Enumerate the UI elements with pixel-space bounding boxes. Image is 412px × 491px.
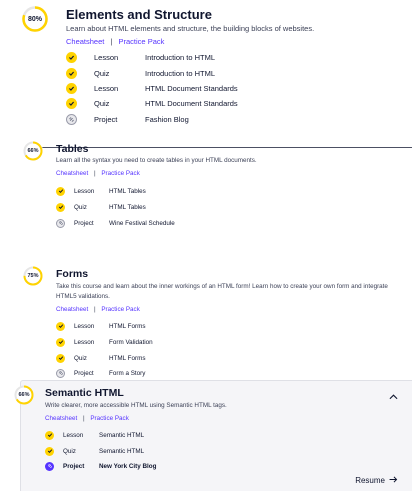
item-title: Wine Festival Schedule [109,219,175,227]
module-title: Forms [56,268,89,280]
check-icon [66,82,77,94]
item-type: Quiz [63,447,76,455]
cheatsheet-link[interactable]: Cheatsheet [66,37,104,46]
item-type: Quiz [94,98,110,108]
link-separator: | [93,306,96,313]
progress-ring: 66% [14,385,34,405]
list-item[interactable]: Project Form a Story [56,368,145,378]
project-icon [45,461,54,471]
module-description: Learn all the syntax you need to create … [56,157,257,164]
module-title: Elements and Structure [66,7,212,22]
module-description: HTML5 validations. [56,293,110,300]
check-icon [66,67,77,79]
item-type: Project [63,462,85,470]
item-type: Lesson [74,322,95,330]
module-description: Learn about HTML elements and structure,… [66,24,315,33]
cheatsheet-link[interactable]: Cheatsheet [56,170,88,177]
module-links: Cheatsheet | Practice Pack [56,170,140,177]
item-title: HTML Document Standards [145,83,238,93]
list-item[interactable]: Project Fashion Blog [66,113,189,125]
arrow-right-icon [389,476,398,485]
project-icon [66,113,77,125]
item-title: HTML Document Standards [145,98,238,108]
item-title: HTML Forms [109,322,146,330]
practice-pack-link[interactable]: Practice Pack [101,170,140,177]
list-item[interactable]: Quiz HTML Forms [56,353,146,363]
item-type: Lesson [74,187,95,195]
list-item[interactable]: Lesson HTML Forms [56,321,146,331]
module-title: Semantic HTML [45,387,124,399]
project-icon [56,368,65,378]
link-separator: | [93,170,96,177]
item-type: Quiz [74,354,87,362]
item-type: Lesson [94,52,119,62]
practice-pack-link[interactable]: Practice Pack [119,37,165,46]
item-type: Quiz [94,68,110,78]
item-type: Quiz [74,203,87,211]
progress-label: 66% [18,392,30,398]
item-type: Lesson [74,338,95,346]
check-icon [66,51,77,63]
module-description: Take this course and learn about the inn… [56,283,388,290]
list-item[interactable]: Quiz Introduction to HTML [66,67,215,79]
progress-label: 66% [27,148,39,154]
list-item[interactable]: Quiz HTML Tables [56,202,146,212]
check-icon [56,186,65,196]
practice-pack-link[interactable]: Practice Pack [90,415,129,422]
check-icon [56,337,65,347]
list-item[interactable]: Quiz Semantic HTML [45,446,144,456]
resume-button[interactable]: Resume [355,476,398,485]
list-item[interactable]: Lesson Semantic HTML [45,430,144,440]
check-icon [56,321,65,331]
item-title: Introduction to HTML [145,52,216,62]
item-title: Form a Story [109,369,146,377]
module-description: Write clearer, more accessible HTML usin… [45,402,227,409]
list-item[interactable]: Lesson Introduction to HTML [66,51,215,63]
check-icon [56,353,65,363]
item-title: Fashion Blog [145,114,189,124]
check-icon [66,97,77,109]
list-item[interactable]: Lesson HTML Tables [56,186,146,196]
check-icon [45,430,54,440]
item-type: Lesson [94,83,119,93]
list-item[interactable]: Quiz HTML Document Standards [66,97,238,109]
item-title: Semantic HTML [99,447,145,455]
list-item[interactable]: Lesson Form Validation [56,337,153,347]
check-icon [45,446,54,456]
cheatsheet-link[interactable]: Cheatsheet [45,415,77,422]
section-divider [40,147,412,148]
item-title: Semantic HTML [99,431,145,439]
item-title: Introduction to HTML [145,68,216,78]
progress-ring: 66% [23,141,43,161]
link-separator: | [110,37,113,46]
progress-label: 75% [27,273,39,279]
resume-label: Resume [355,476,385,485]
list-item[interactable]: Project Wine Festival Schedule [56,218,175,228]
progress-ring: 75% [23,266,43,286]
module-links: Cheatsheet | Practice Pack [66,37,164,46]
project-icon [56,218,65,228]
item-title: HTML Forms [109,354,146,362]
item-title: Form Validation [109,338,153,346]
item-title: New York City Blog [99,462,157,470]
item-title: HTML Tables [109,203,146,211]
item-type: Lesson [63,431,84,439]
module-title: Tables [56,143,89,155]
list-item[interactable]: Lesson HTML Document Standards [66,82,238,94]
cheatsheet-link[interactable]: Cheatsheet [56,306,88,313]
link-separator: | [82,415,85,422]
chevron-up-icon[interactable] [389,389,398,403]
practice-pack-link[interactable]: Practice Pack [101,306,140,313]
check-icon [56,202,65,212]
item-title: HTML Tables [109,187,146,195]
module-links: Cheatsheet | Practice Pack [45,415,129,422]
item-type: Project [94,114,118,124]
item-type: Project [74,219,94,227]
list-item[interactable]: Project New York City Blog [45,461,157,471]
progress-ring: 80% [22,6,48,32]
progress-label: 80% [27,15,42,23]
module-links: Cheatsheet | Practice Pack [56,306,140,313]
item-type: Project [74,369,94,377]
